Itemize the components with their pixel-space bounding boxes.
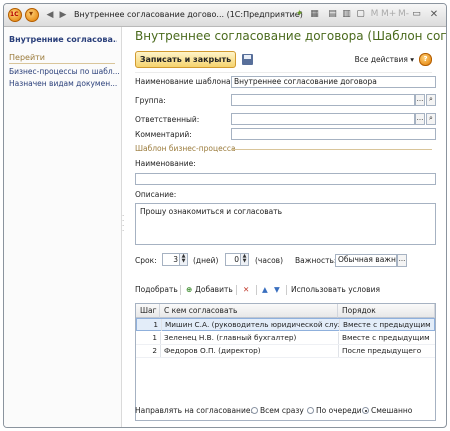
main-form: Внутреннее согласование договора (Шаблон… — [125, 27, 446, 427]
row-approver[interactable]: Федоров О.П. (директор) — [160, 345, 338, 357]
row-approver[interactable]: Зеленец Н.В. (главный бухгалтер) — [160, 332, 338, 344]
responsible-field[interactable] — [231, 113, 415, 125]
history-icon[interactable]: ▦ — [308, 8, 321, 21]
favorite-icon[interactable]: ✦ — [293, 8, 306, 21]
table-row[interactable]: 2 Федоров О.П. (директор) После предыдущ… — [136, 345, 435, 358]
calculator-icon[interactable]: ▥ — [340, 8, 353, 21]
sidebar-goto-header: Перейти — [9, 53, 45, 62]
sidebar-item-doc-types[interactable]: Назначен видам докумен... — [9, 79, 119, 88]
days-stepper[interactable]: 3 ▲ ▼ — [162, 253, 188, 266]
description-label: Описание: — [135, 190, 177, 199]
hours-label: (часов) — [255, 256, 284, 265]
main-menu-icon[interactable] — [25, 8, 39, 22]
group-search-icon[interactable]: ⌕ — [426, 94, 436, 106]
back-icon[interactable]: ◀ — [44, 9, 56, 21]
bp-name-field[interactable] — [135, 173, 436, 185]
comment-label: Комментарий: — [135, 130, 192, 139]
comment-field[interactable] — [231, 128, 436, 140]
toolbar-separator — [236, 285, 237, 295]
template-name-label: Наименование шаблона: — [135, 77, 234, 86]
header-divider — [135, 72, 432, 73]
radio-sequential-circle[interactable] — [307, 407, 314, 414]
save-and-close-button[interactable]: Записать и закрыть — [135, 51, 236, 68]
title-bar: ◀ ▶ Внутреннее согласование догово... (1… — [4, 4, 446, 27]
close-icon[interactable]: ✕ — [427, 8, 441, 21]
row-order[interactable]: После предыдущего — [338, 345, 435, 357]
delete-icon[interactable]: ✕ — [243, 285, 249, 294]
bp-name-label: Наименование: — [135, 159, 196, 168]
clipboard-icon[interactable]: ▢ — [354, 8, 367, 21]
pick-button[interactable]: Подобрать — [135, 285, 178, 294]
row-step: 1 — [152, 333, 157, 342]
description-field[interactable]: Прошу ознакомиться и согласовать — [135, 203, 436, 245]
group-label: Группа: — [135, 96, 166, 105]
radio-sequential-label: По очереди — [316, 406, 362, 415]
sidebar-divider — [9, 63, 115, 64]
hours-spin-arrows[interactable]: ▲ ▼ — [240, 254, 248, 265]
row-order[interactable]: Вместе с предыдущим — [339, 319, 435, 331]
radio-mixed[interactable]: Смешанно — [362, 406, 412, 415]
help-icon[interactable]: ? — [419, 53, 432, 66]
hours-stepper[interactable]: 0 ▲ ▼ — [225, 253, 249, 266]
all-actions-menu[interactable]: Все действия ▾ — [355, 55, 414, 64]
column-header-who[interactable]: С кем согласовать — [160, 304, 338, 318]
section-title: Шаблон бизнес-процесса — [135, 144, 236, 153]
sidebar-title[interactable]: Внутренние согласова... — [9, 35, 117, 44]
save-icon[interactable] — [242, 54, 253, 65]
add-button[interactable]: Добавить — [195, 285, 233, 294]
memory-minus-button[interactable]: M- — [397, 8, 410, 21]
importance-pick-button[interactable]: ... — [397, 254, 407, 267]
section-divider — [231, 149, 432, 150]
importance-label: Важность: — [295, 256, 337, 265]
page-title: Внутреннее согласование договора (Шаблон… — [135, 29, 447, 43]
responsible-pick-button[interactable]: ... — [415, 113, 425, 125]
responsible-search-icon[interactable]: ⌕ — [426, 113, 436, 125]
routing-label: Направлять на согласование: — [135, 406, 253, 415]
table-row[interactable]: 1 Мишин С.А. (руководитель юридической с… — [136, 318, 435, 331]
row-step: 2 — [152, 346, 157, 355]
column-header-step[interactable]: Шаг — [136, 304, 160, 318]
logo-icon[interactable] — [8, 8, 22, 22]
minimize-icon[interactable]: ▭ — [410, 8, 423, 21]
radio-all-at-once[interactable]: Всем сразу — [251, 406, 304, 415]
move-down-icon[interactable]: ▼ — [274, 285, 280, 294]
days-spin-arrows[interactable]: ▲ ▼ — [179, 254, 187, 265]
responsible-label: Ответственный: — [135, 115, 200, 124]
sidebar-item-business-processes[interactable]: Бизнес-процессы по шабл... — [9, 67, 119, 76]
group-field[interactable] — [231, 94, 415, 106]
group-pick-button[interactable]: ... — [415, 94, 425, 106]
radio-all-at-once-circle[interactable] — [251, 407, 258, 414]
template-name-field[interactable]: Внутреннее согласование договора — [231, 76, 436, 88]
radio-mixed-circle[interactable] — [362, 407, 369, 414]
days-label: (дней) — [193, 256, 219, 265]
calendar-icon[interactable]: ▤ — [326, 8, 339, 21]
row-approver[interactable]: Мишин С.А. (руководитель юридической слу… — [161, 319, 339, 331]
window-title: Внутреннее согласование догово... (1С:Пр… — [74, 10, 303, 19]
memory-plus-button[interactable]: M+ — [381, 8, 396, 21]
importance-field[interactable]: Обычная важно — [335, 254, 397, 267]
days-value: 3 — [173, 255, 178, 264]
add-icon[interactable]: ⊕ — [186, 285, 192, 294]
use-conditions-button[interactable]: Использовать условия — [291, 285, 380, 294]
memory-m-button[interactable]: M — [368, 8, 381, 21]
radio-sequential[interactable]: По очереди — [307, 406, 362, 415]
hours-value: 0 — [234, 255, 239, 264]
radio-all-at-once-label: Всем сразу — [260, 406, 304, 415]
column-header-order[interactable]: Порядок — [338, 304, 435, 318]
approvers-table[interactable]: Шаг С кем согласовать Порядок 1 Мишин С.… — [135, 303, 436, 421]
table-row[interactable]: 1 Зеленец Н.В. (главный бухгалтер) Вмест… — [136, 332, 435, 345]
toolbar-separator — [180, 285, 181, 295]
radio-mixed-label: Смешанно — [371, 406, 413, 415]
app-window: ◀ ▶ Внутреннее согласование догово... (1… — [3, 3, 447, 428]
term-label: Срок: — [135, 256, 157, 265]
toolbar-separator — [256, 285, 257, 295]
sidebar: Внутренние согласова... Перейти Бизнес-п… — [4, 27, 122, 427]
move-up-icon[interactable]: ▲ — [262, 285, 268, 294]
row-step: 1 — [153, 320, 158, 329]
row-order[interactable]: Вместе с предыдущим — [338, 332, 435, 344]
toolbar-separator — [286, 285, 287, 295]
forward-icon[interactable]: ▶ — [57, 9, 69, 21]
